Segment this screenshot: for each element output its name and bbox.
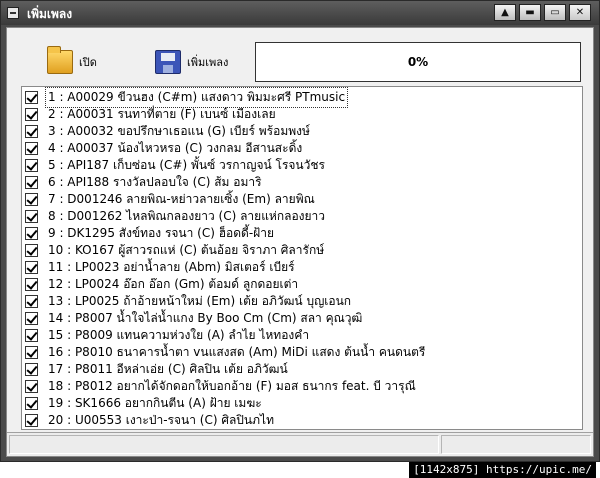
song-list[interactable]: 1 : A00029 ขีวนฮง (C#m) แสงดาว พิมมะศรี … (21, 86, 583, 430)
list-item[interactable]: 8 : D001262 ไหลพิณกลองยาว (C) ลายแห่กลอง… (22, 208, 582, 225)
song-checkbox[interactable] (25, 91, 38, 104)
list-item[interactable]: 20 : U00553 เงาะป่า-รจนา (C) ศิลปินภไท (22, 412, 582, 429)
list-item[interactable]: 11 : LP0023 อย่าน้ำลาย (Abm) มิสเตอร์ เบ… (22, 259, 582, 276)
list-item[interactable]: 5 : API187 เก็บซ่อน (C#) พั้นซ์ วรกาญจน์… (22, 157, 582, 174)
song-checkbox[interactable] (25, 125, 38, 138)
list-item[interactable]: 13 : LP0025 ถ้าอ้ายหน้าใหม่ (Em) เต้ย อภ… (22, 293, 582, 310)
list-item[interactable]: 14 : P8007 น้ำใจไล่น้ำแกง By Boo Cm (Cm)… (22, 310, 582, 327)
song-checkbox[interactable] (25, 142, 38, 155)
add-song-button[interactable]: เพิ่มเพลง (155, 48, 228, 76)
list-item[interactable]: 1 : A00029 ขีวนฮง (C#m) แสงดาว พิมมะศรี … (22, 87, 582, 108)
window-controls: ▲ ▬ ▭ ✕ (494, 4, 591, 21)
title-bar[interactable]: เพิ่มเพลง ▲ ▬ ▭ ✕ (1, 1, 599, 25)
song-checkbox[interactable] (25, 261, 38, 274)
list-item[interactable]: 10 : KO167 ผู้สาวรถแห่ (C) ต้นอ้อย จิราภ… (22, 242, 582, 259)
watermark: [1142x875] https://upic.me/ (409, 462, 596, 478)
list-item[interactable]: 19 : SK1666 อยากกินตีน (A) ฝ้าย เมฆะ (22, 395, 582, 412)
list-item[interactable]: 3 : A00032 ขอปรึกษาเธอแน (G) เบียร์ พร้อ… (22, 123, 582, 140)
song-checkbox[interactable] (25, 329, 38, 342)
list-item[interactable]: 4 : A00037 น้องไหวหรอ (C) วงกลม อีสานสะด… (22, 140, 582, 157)
list-item[interactable]: 2 : A00031 รนทาที่ตาย (F) เบนซ์ เมืองเลย (22, 106, 582, 123)
window-menu-icon[interactable] (7, 7, 19, 19)
song-checkbox[interactable] (25, 380, 38, 393)
song-checkbox[interactable] (25, 363, 38, 376)
toolbar: เปิด เพิ่มเพลง 0% (7, 28, 593, 86)
status-pane-side (441, 435, 591, 454)
minimize-button[interactable]: ▬ (519, 4, 541, 21)
close-button[interactable]: ✕ (569, 4, 591, 21)
song-checkbox[interactable] (25, 227, 38, 240)
add-song-window: เพิ่มเพลง ▲ ▬ ▭ ✕ เปิด เพิ่มเพลง 0% 1 : … (0, 0, 600, 462)
song-checkbox[interactable] (25, 312, 38, 325)
song-checkbox[interactable] (25, 176, 38, 189)
song-label: 20 : U00553 เงาะป่า-รจนา (C) ศิลปินภไท (48, 413, 274, 427)
progress-display: 0% (255, 42, 581, 82)
client-area: เปิด เพิ่มเพลง 0% 1 : A00029 ขีวนฮง (C#m… (6, 27, 594, 457)
song-checkbox[interactable] (25, 278, 38, 291)
open-button-label: เปิด (79, 56, 97, 69)
list-item[interactable]: 6 : API188 รางวัลปลอบใจ (C) ส้ม อมาริ (22, 174, 582, 191)
song-checkbox[interactable] (25, 414, 38, 427)
song-checkbox[interactable] (25, 159, 38, 172)
scroll-up-button[interactable]: ▲ (494, 4, 516, 21)
list-item[interactable]: 18 : P8012 อยากได้จักดอกให้บอกอ้าย (F) ม… (22, 378, 582, 395)
add-song-button-label: เพิ่มเพลง (187, 56, 229, 69)
list-item[interactable]: 7 : D001246 ลายพิณ-หย่าวลายเซิ้ง (Em) ลา… (22, 191, 582, 208)
folder-open-icon (47, 46, 73, 74)
status-pane-main (9, 435, 439, 454)
song-checkbox[interactable] (25, 108, 38, 121)
floppy-save-icon (155, 50, 181, 74)
list-item[interactable]: 15 : P8009 แทนความห่วงใย (A) ลำไย ไหทองค… (22, 327, 582, 344)
list-item[interactable]: 9 : DK1295 สังข์ทอง รจนา (C) ฮ็อดดี้-ฝ้า… (22, 225, 582, 242)
open-button[interactable]: เปิด (47, 46, 97, 76)
maximize-button[interactable]: ▭ (544, 4, 566, 21)
list-item[interactable]: 16 : P8010 ธนาคารน้ำตา vนแสงสด (Am) MiDi… (22, 344, 582, 361)
song-checkbox[interactable] (25, 244, 38, 257)
song-checkbox[interactable] (25, 210, 38, 223)
status-bar (7, 432, 593, 456)
window-title: เพิ่มเพลง (27, 7, 73, 21)
song-checkbox[interactable] (25, 193, 38, 206)
list-item[interactable]: 12 : LP0024 อ๊อก อ๊อก (Gm) ต้อมด์ ลูกดอย… (22, 276, 582, 293)
song-checkbox[interactable] (25, 295, 38, 308)
song-checkbox[interactable] (25, 397, 38, 410)
song-checkbox[interactable] (25, 346, 38, 359)
list-item[interactable]: 17 : P8011 อีหล่าเอ่ย (C) ศิลปิน เต้ย อภ… (22, 361, 582, 378)
